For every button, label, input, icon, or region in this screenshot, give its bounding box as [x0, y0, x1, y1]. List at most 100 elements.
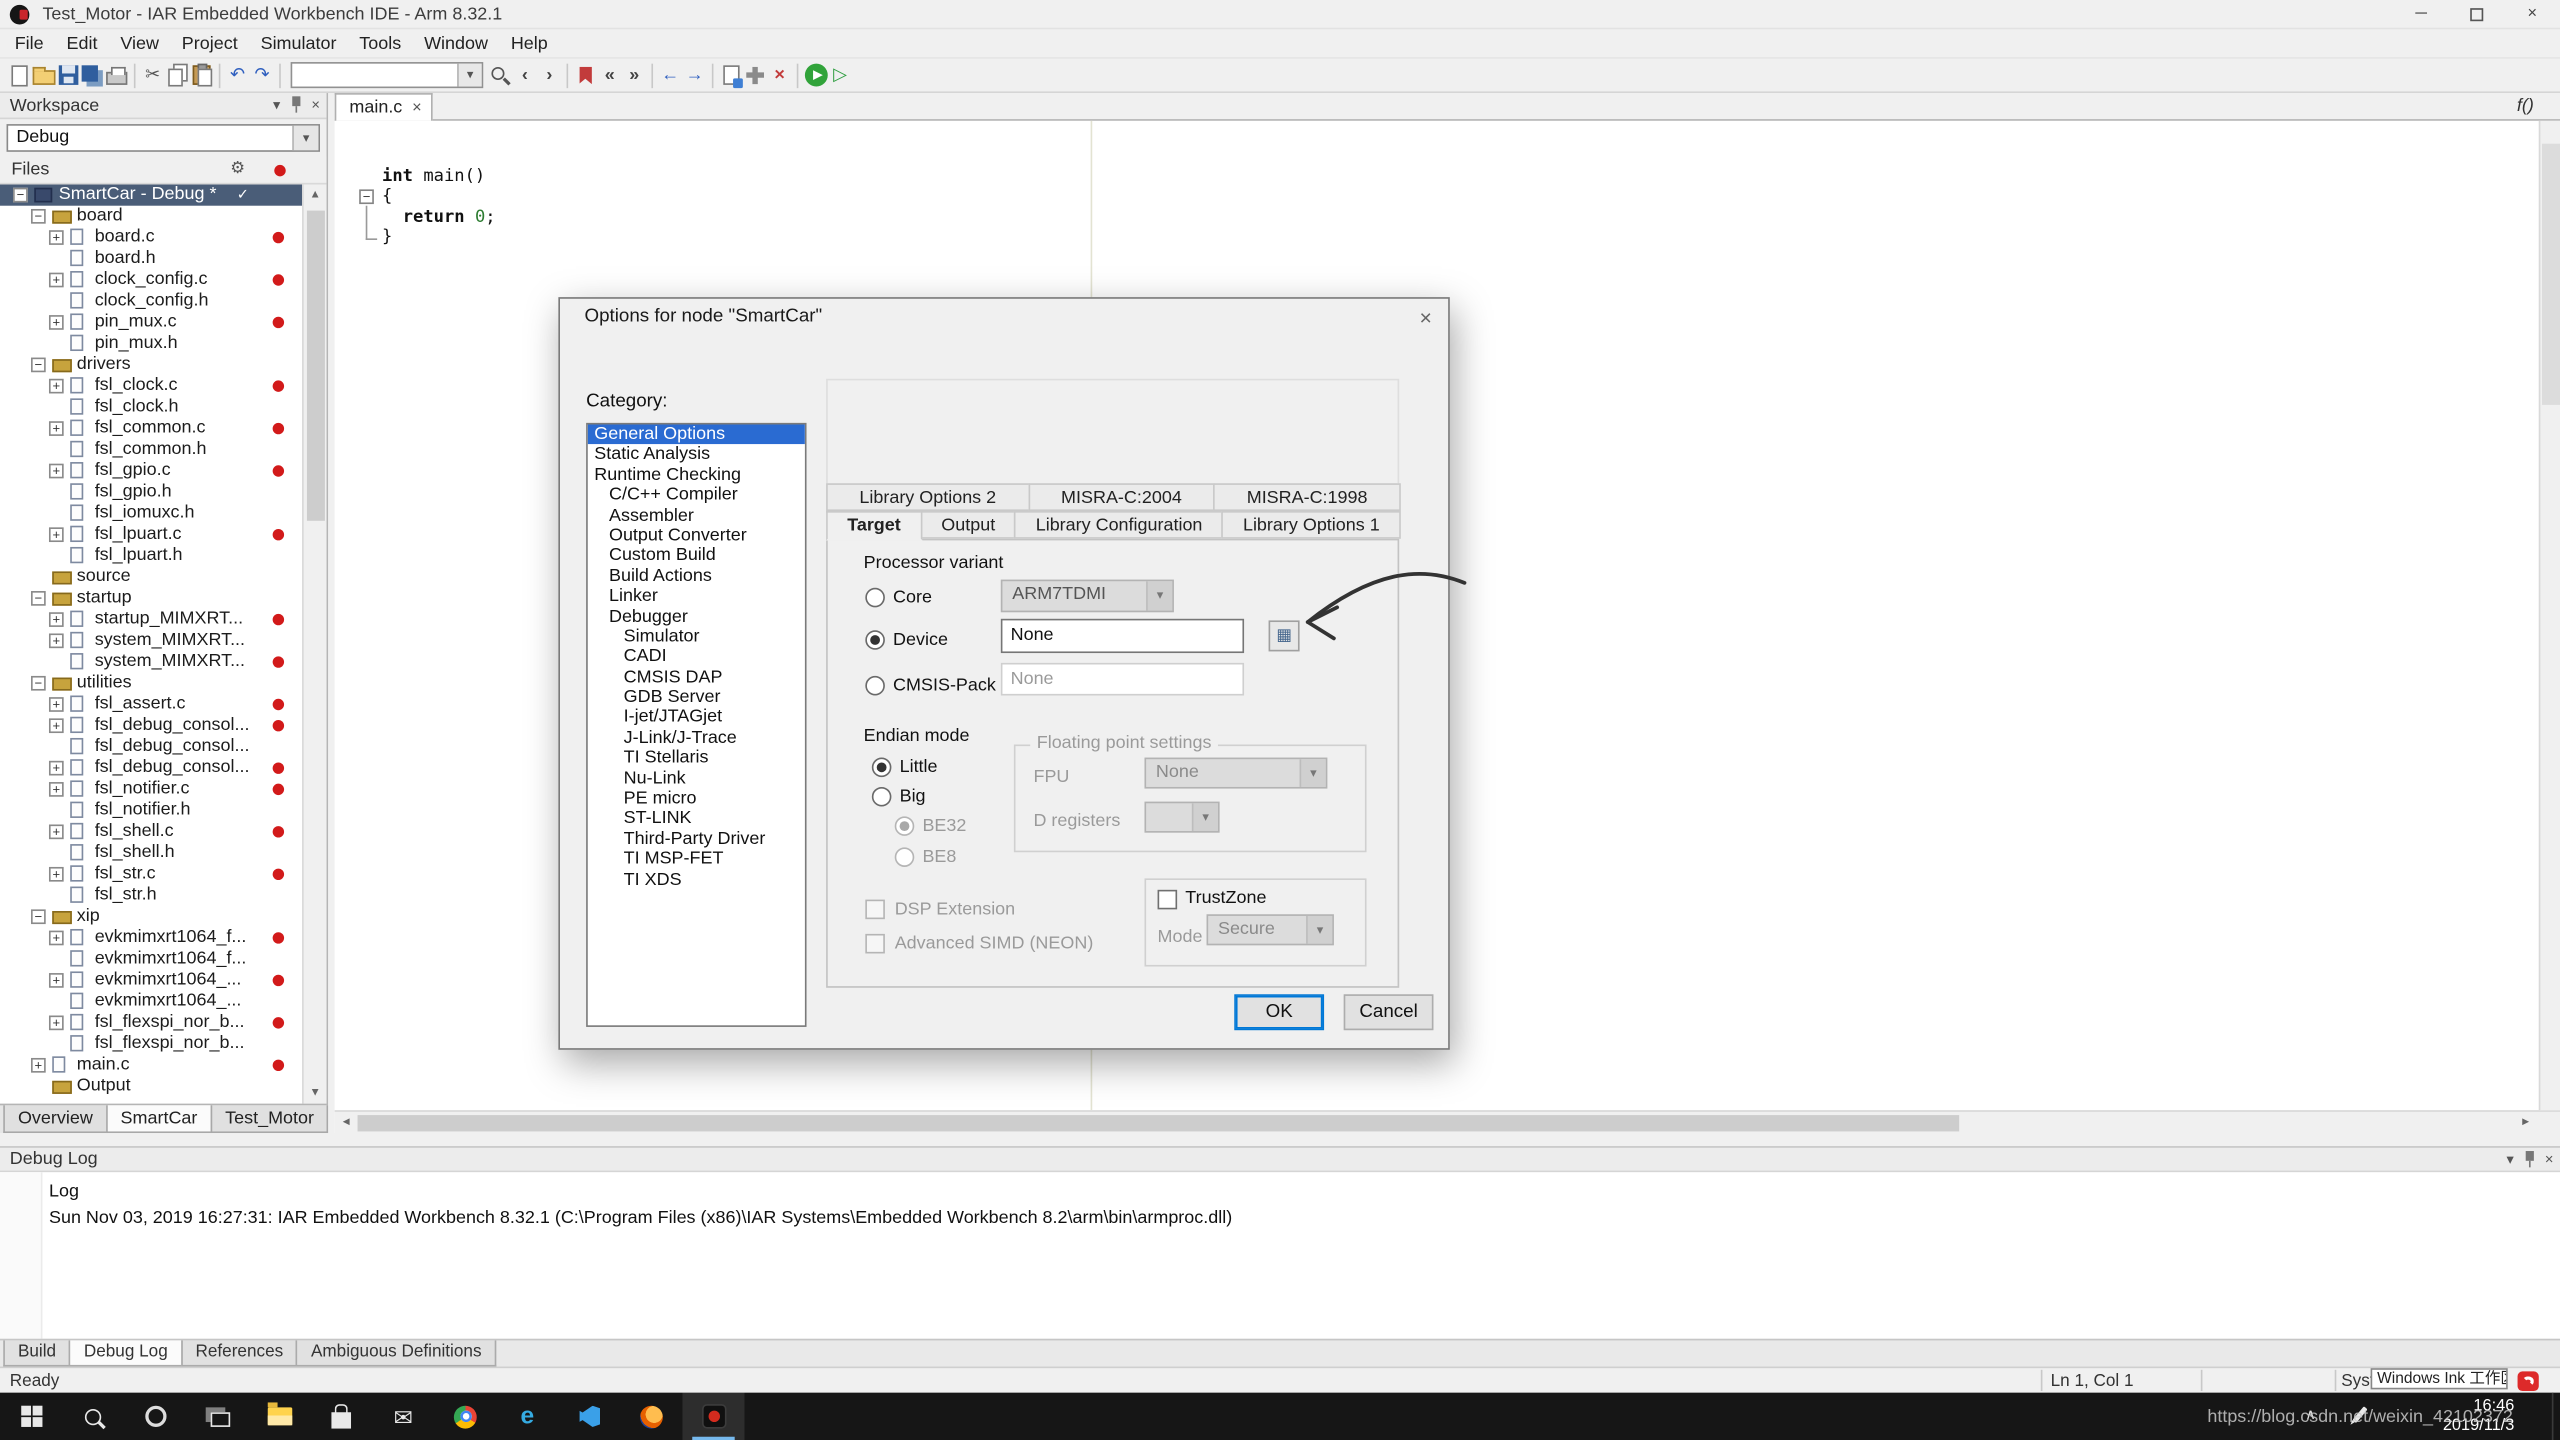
tree-row-fsl-clock-c[interactable]: +fsl_clock.c — [0, 376, 302, 397]
dropdown-icon[interactable]: ▾ — [273, 98, 280, 113]
toolbar-button[interactable]: ↷ — [250, 61, 274, 89]
dialog-close-icon[interactable]: × — [1419, 304, 1431, 328]
title-bar[interactable]: Test_Motor - IAR Embedded Workbench IDE … — [0, 0, 2560, 29]
category-output-converter[interactable]: Output Converter — [588, 526, 805, 546]
tree-row-fsl-common-h[interactable]: fsl_common.h — [0, 439, 302, 460]
scroll-down-icon[interactable]: ▼ — [304, 1082, 327, 1103]
expand-plus-icon[interactable]: + — [49, 315, 64, 330]
fold-collapse-icon[interactable]: − — [359, 189, 374, 204]
menu-item-window[interactable]: Window — [413, 29, 500, 58]
tree-row-fsl-clock-h[interactable]: fsl_clock.h — [0, 397, 302, 418]
toolbar-button[interactable]: ▷ — [828, 61, 852, 89]
tree-row-board-h[interactable]: board.h — [0, 248, 302, 269]
menu-item-tools[interactable]: Tools — [348, 29, 413, 58]
menu-item-edit[interactable]: Edit — [55, 29, 109, 58]
category-gdb-server[interactable]: GDB Server — [588, 687, 805, 707]
tree-row-system-mimxrt[interactable]: +system_MIMXRT... — [0, 630, 302, 651]
category-linker[interactable]: Linker — [588, 586, 805, 606]
device-field[interactable]: None — [1001, 619, 1244, 653]
taskbar-vscode-icon[interactable] — [558, 1393, 620, 1440]
tree-row-evkmimxrt1064[interactable]: evkmimxrt1064_... — [0, 991, 302, 1012]
close-panel-icon[interactable]: × — [311, 98, 320, 113]
tab-close-icon[interactable]: × — [412, 99, 422, 117]
config-dropdown[interactable]: Debug ▾ — [7, 124, 320, 152]
message-tab-build[interactable]: Build — [3, 1340, 71, 1366]
vscrollbar-thumb[interactable] — [2542, 144, 2560, 405]
options-tab-library-options-2[interactable]: Library Options 2 — [826, 483, 1029, 511]
tree-row-evkmimxrt1064-f[interactable]: +evkmimxrt1064_f... — [0, 927, 302, 948]
category-ti-xds[interactable]: TI XDS — [588, 870, 805, 890]
debug-log-content[interactable]: Log Sun Nov 03, 2019 16:27:31: IAR Embed… — [0, 1172, 2560, 1339]
category-j-link-j-trace[interactable]: J-Link/J-Trace — [588, 728, 805, 748]
menu-item-help[interactable]: Help — [499, 29, 559, 58]
editor-tab-main-c[interactable]: main.c × — [335, 93, 433, 121]
tree-row-fsl-debug-consol[interactable]: fsl_debug_consol... — [0, 736, 302, 757]
code-line[interactable]: { — [382, 187, 496, 207]
toolbar-button[interactable]: ← — [658, 61, 682, 89]
taskbar-store-icon[interactable] — [310, 1393, 372, 1440]
taskbar-firefox-icon[interactable] — [620, 1393, 682, 1440]
category-ti-stellaris[interactable]: TI Stellaris — [588, 748, 805, 768]
category-ti-msp-fet[interactable]: TI MSP-FET — [588, 849, 805, 869]
tree-row-main-c[interactable]: +main.c — [0, 1055, 302, 1076]
tree-row-smartcar-debug[interactable]: −SmartCar - Debug *✓ — [0, 184, 302, 205]
expand-plus-icon[interactable]: + — [49, 782, 64, 797]
tree-row-source[interactable]: source — [0, 567, 302, 588]
tree-row-clock-config-c[interactable]: +clock_config.c — [0, 269, 302, 290]
ok-button[interactable]: OK — [1234, 994, 1324, 1030]
device-radio[interactable] — [865, 630, 885, 650]
tree-row-utilities[interactable]: −utilities — [0, 673, 302, 694]
menu-item-simulator[interactable]: Simulator — [249, 29, 348, 58]
tree-row-fsl-debug-consol[interactable]: +fsl_debug_consol... — [0, 758, 302, 779]
device-select-button[interactable]: ▦ — [1269, 620, 1300, 651]
expand-minus-icon[interactable]: − — [31, 358, 46, 373]
toolbar-button[interactable]: ↶ — [225, 61, 249, 89]
expand-plus-icon[interactable]: + — [49, 718, 64, 733]
expand-plus-icon[interactable]: + — [49, 697, 64, 712]
expand-minus-icon[interactable]: − — [31, 676, 46, 691]
toolbar-button[interactable] — [189, 61, 213, 89]
toolbar-button[interactable]: × — [767, 61, 791, 89]
category-simulator[interactable]: Simulator — [588, 627, 805, 647]
core-radio[interactable] — [865, 588, 885, 608]
toolbar-button[interactable] — [803, 61, 827, 89]
expand-plus-icon[interactable]: + — [49, 230, 64, 245]
options-tab-misra-c-1998[interactable]: MISRA-C:1998 — [1213, 483, 1400, 511]
category-cadi[interactable]: CADI — [588, 647, 805, 667]
workspace-tab-overview[interactable]: Overview — [3, 1105, 107, 1133]
tree-row-evkmimxrt1064-f[interactable]: evkmimxrt1064_f... — [0, 949, 302, 970]
toolbar-button[interactable]: » — [622, 61, 646, 89]
tree-row-fsl-iomuxc-h[interactable]: fsl_iomuxc.h — [0, 503, 302, 524]
category-debugger[interactable]: Debugger — [588, 607, 805, 627]
toolbar-button[interactable] — [488, 61, 512, 89]
expand-plus-icon[interactable]: + — [49, 931, 64, 946]
expand-plus-icon[interactable]: + — [49, 464, 64, 479]
category-third-party-driver[interactable]: Third-Party Driver — [588, 829, 805, 849]
taskbar-iar-icon[interactable] — [682, 1393, 744, 1440]
debug-log-header[interactable]: Debug Log ▾ × — [0, 1146, 2560, 1172]
menu-item-file[interactable]: File — [3, 29, 55, 58]
menu-item-view[interactable]: View — [109, 29, 170, 58]
tree-row-fsl-shell-h[interactable]: fsl_shell.h — [0, 842, 302, 863]
expand-plus-icon[interactable]: + — [49, 421, 64, 436]
expand-plus-icon[interactable]: + — [49, 612, 64, 627]
category-c-c-compiler[interactable]: C/C++ Compiler — [588, 485, 805, 505]
options-tab-target[interactable]: Target — [826, 511, 922, 540]
tree-row-startup[interactable]: −startup — [0, 588, 302, 609]
expand-plus-icon[interactable]: + — [49, 633, 64, 648]
scroll-right-icon[interactable]: ► — [2514, 1112, 2537, 1133]
expand-plus-icon[interactable]: + — [49, 824, 64, 839]
taskbar-search-icon[interactable] — [62, 1393, 124, 1440]
minimize-button[interactable]: ─ — [2393, 0, 2449, 28]
tree-row-fsl-debug-consol[interactable]: +fsl_debug_consol... — [0, 715, 302, 736]
tree-row-fsl-shell-c[interactable]: +fsl_shell.c — [0, 821, 302, 842]
tree-row-fsl-common-c[interactable]: +fsl_common.c — [0, 418, 302, 439]
editor-vertical-scrollbar[interactable] — [2539, 121, 2560, 1110]
taskbar-cortana-icon[interactable] — [124, 1393, 186, 1440]
hscrollbar-thumb[interactable] — [358, 1115, 1960, 1131]
category-st-link[interactable]: ST-LINK — [588, 809, 805, 829]
category-cmsis-dap[interactable]: CMSIS DAP — [588, 667, 805, 687]
toolbar-button[interactable] — [743, 61, 767, 89]
menu-item-project[interactable]: Project — [170, 29, 249, 58]
message-tab-debug-log[interactable]: Debug Log — [69, 1340, 182, 1366]
